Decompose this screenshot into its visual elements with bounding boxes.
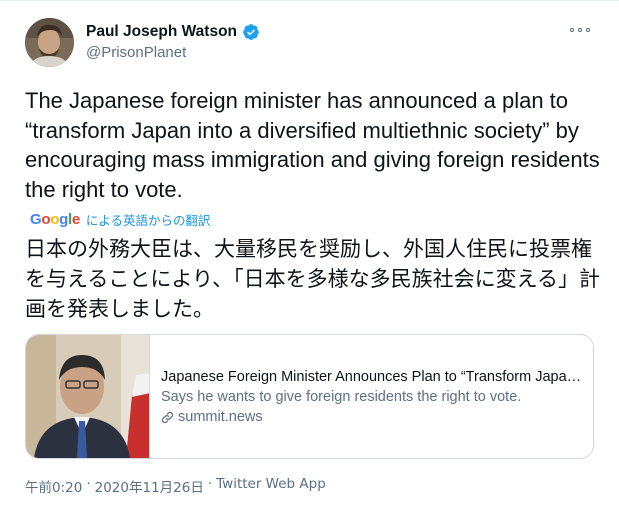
meta-separator-2: · [207, 476, 213, 492]
translation-label[interactable]: による英語からの翻訳 [86, 210, 211, 229]
verified-badge-icon [243, 24, 259, 40]
tweet-metadata: 午前0:20 · 2020年11月26日 · Twitter Web App [25, 476, 326, 496]
card-thumbnail-image [26, 335, 149, 458]
tweet: Paul Joseph Watson @PrisonPlanet The Jap… [0, 0, 619, 511]
author-name-row: Paul Joseph Watson [86, 23, 260, 41]
translation-attribution[interactable]: Google による英語からの翻訳 [30, 210, 211, 229]
meta-separator: · [86, 476, 91, 492]
card-domain-row: summit.news [161, 407, 586, 427]
translated-text: 日本の外務大臣は、大量移民を奨励し、外国人住民に投票権を与えることにより、「日本… [25, 237, 600, 321]
card-description: Says he wants to give foreign residents … [161, 389, 522, 405]
more-options-icon[interactable] [568, 23, 592, 37]
tweet-time[interactable]: 午前0:20 [25, 476, 82, 496]
link-card[interactable]: Japanese Foreign Minister Announces Plan… [25, 334, 594, 459]
author-handle[interactable]: @PrisonPlanet [86, 44, 186, 61]
tweet-source[interactable]: Twitter Web App [216, 476, 326, 496]
divider [0, 0, 619, 1]
tweet-text: The Japanese foreign minister has announ… [25, 88, 600, 202]
avatar-image [25, 18, 74, 67]
author-display-name[interactable]: Paul Joseph Watson [86, 23, 237, 41]
card-domain: summit.news [178, 409, 263, 425]
link-icon [161, 411, 174, 423]
card-body: Japanese Foreign Minister Announces Plan… [161, 367, 586, 427]
card-title: Japanese Foreign Minister Announces Plan… [161, 369, 582, 385]
tweet-date[interactable]: 2020年11月26日 [95, 476, 204, 496]
google-logo: Google [30, 211, 80, 228]
avatar[interactable] [25, 18, 74, 67]
card-thumbnail [26, 335, 150, 458]
